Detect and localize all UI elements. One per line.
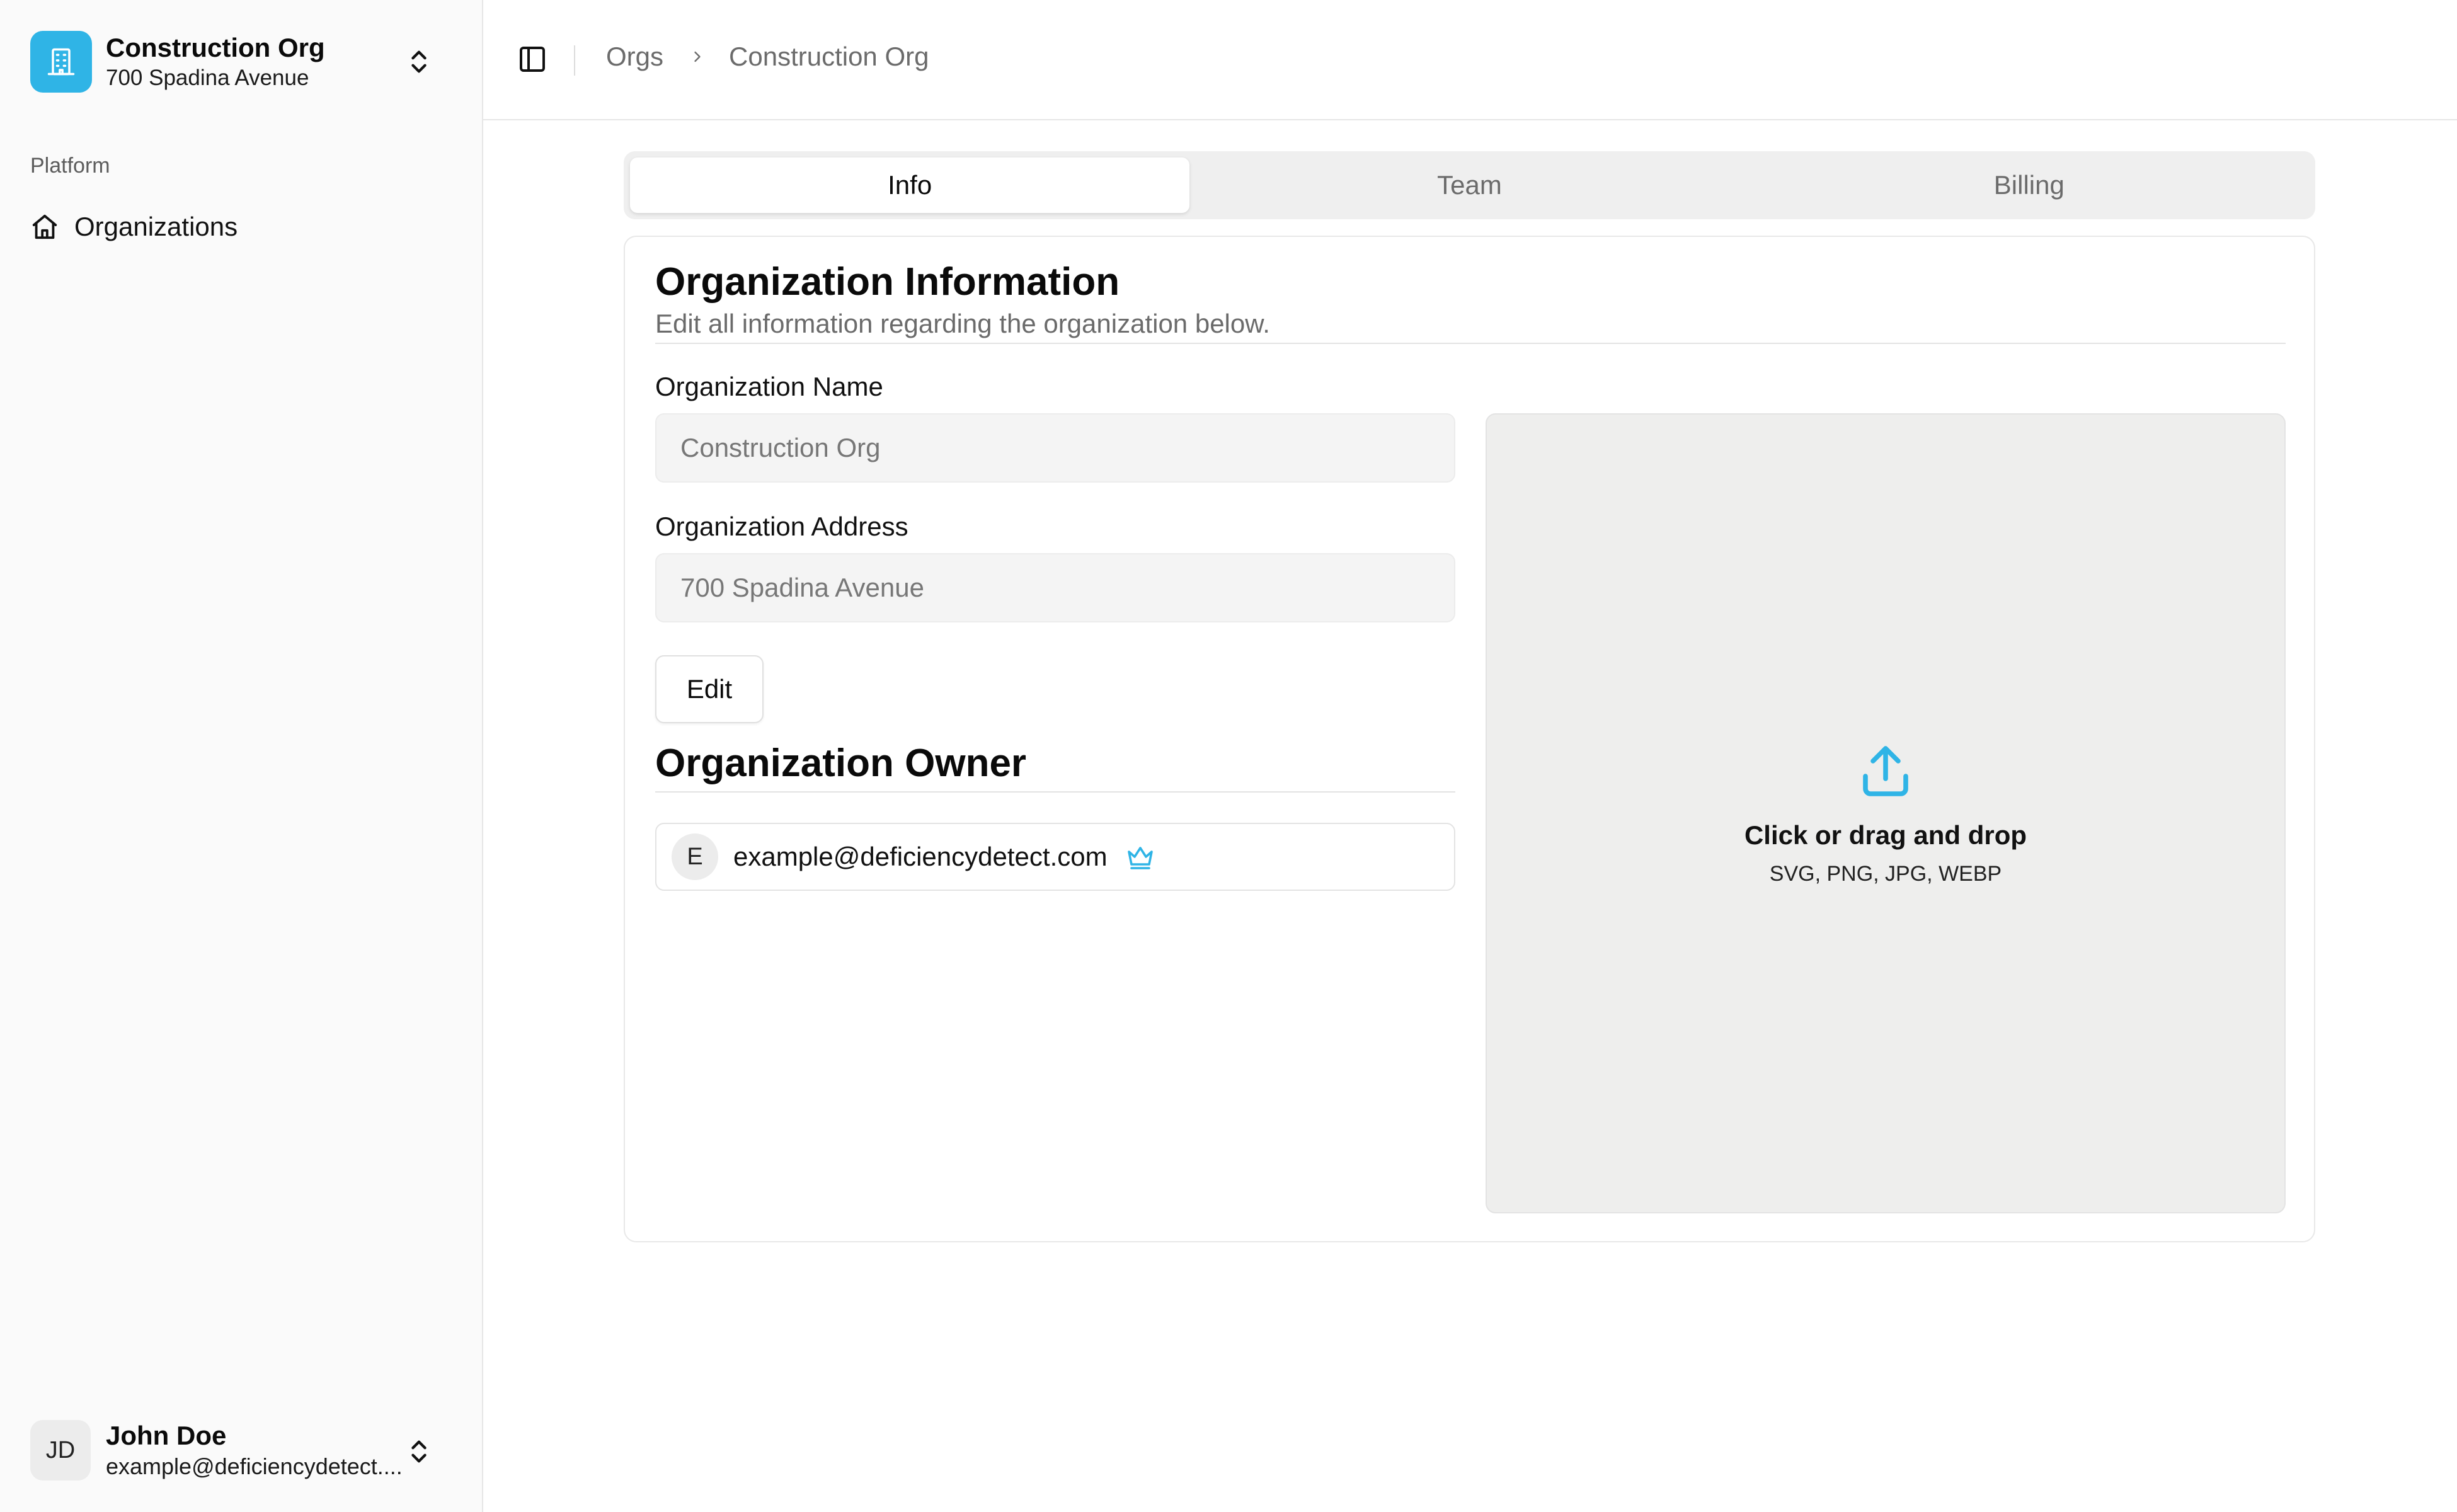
chevrons-up-down-icon [411, 1440, 427, 1463]
sidebar: Construction Org 700 Spadina Avenue Plat… [0, 0, 483, 1512]
card-description: Edit all information regarding the organ… [655, 309, 1270, 338]
chevron-right-icon [694, 51, 701, 62]
sidebar-item-label: Organizations [74, 212, 238, 241]
divider [574, 45, 575, 76]
user-email: example@deficiencydetect.... [106, 1453, 403, 1479]
owner-section-title: Organization Owner [655, 742, 1027, 785]
organization-address-label: Organization Address [655, 512, 908, 541]
owner-row: E example@deficiencydetect.com [655, 823, 1455, 891]
home-icon [32, 214, 57, 239]
app-root: Construction Org 700 Spadina Avenue Plat… [0, 0, 2457, 1512]
tab-billing[interactable]: Billing [1750, 158, 2309, 213]
edit-button[interactable]: Edit [655, 655, 764, 723]
tab-list: Info Team Billing [624, 151, 2315, 219]
chevrons-up-down-icon [411, 50, 427, 73]
tab-info[interactable]: Info [630, 158, 1190, 213]
divider [655, 791, 1455, 793]
breadcrumb-current: Construction Org [729, 42, 929, 71]
logo-upload-dropzone[interactable]: Click or drag and drop SVG, PNG, JPG, WE… [1486, 413, 2286, 1213]
org-name: Construction Org [106, 33, 325, 62]
sidebar-item-organizations[interactable]: Organizations [30, 208, 238, 246]
topbar: Orgs Construction Org [483, 0, 2457, 120]
building-icon [30, 31, 92, 93]
crown-icon [1127, 847, 1153, 869]
user-switcher[interactable]: JD John Doe example@deficiencydetect.... [30, 1419, 459, 1482]
breadcrumb: Orgs Construction Org [606, 42, 929, 72]
tab-team[interactable]: Team [1189, 158, 1749, 213]
organization-name-input[interactable]: Construction Org [655, 413, 1455, 483]
dropzone-formats: SVG, PNG, JPG, WEBP [1769, 861, 2002, 886]
owner-avatar: E [672, 833, 718, 880]
card-title: Organization Information [655, 260, 1120, 304]
dropzone-title: Click or drag and drop [1744, 820, 2027, 850]
sidebar-section-label: Platform [30, 154, 110, 178]
organization-info-card: Organization Information Edit all inform… [624, 236, 2315, 1242]
organization-name-label: Organization Name [655, 372, 883, 401]
sidebar-toggle-icon[interactable] [517, 44, 547, 74]
org-switcher[interactable]: Construction Org 700 Spadina Avenue [30, 30, 459, 93]
avatar: JD [30, 1420, 91, 1480]
main-content: Orgs Construction Org Info Team Billing … [483, 0, 2457, 1512]
breadcrumb-link-orgs[interactable]: Orgs [606, 42, 663, 72]
owner-email: example@deficiencydetect.com [733, 842, 1108, 871]
organization-address-input[interactable]: 700 Spadina Avenue [655, 553, 1455, 622]
org-address: 700 Spadina Avenue [106, 66, 309, 90]
upload-icon [1863, 745, 1908, 796]
divider [655, 343, 2286, 344]
user-name: John Doe [106, 1421, 227, 1450]
